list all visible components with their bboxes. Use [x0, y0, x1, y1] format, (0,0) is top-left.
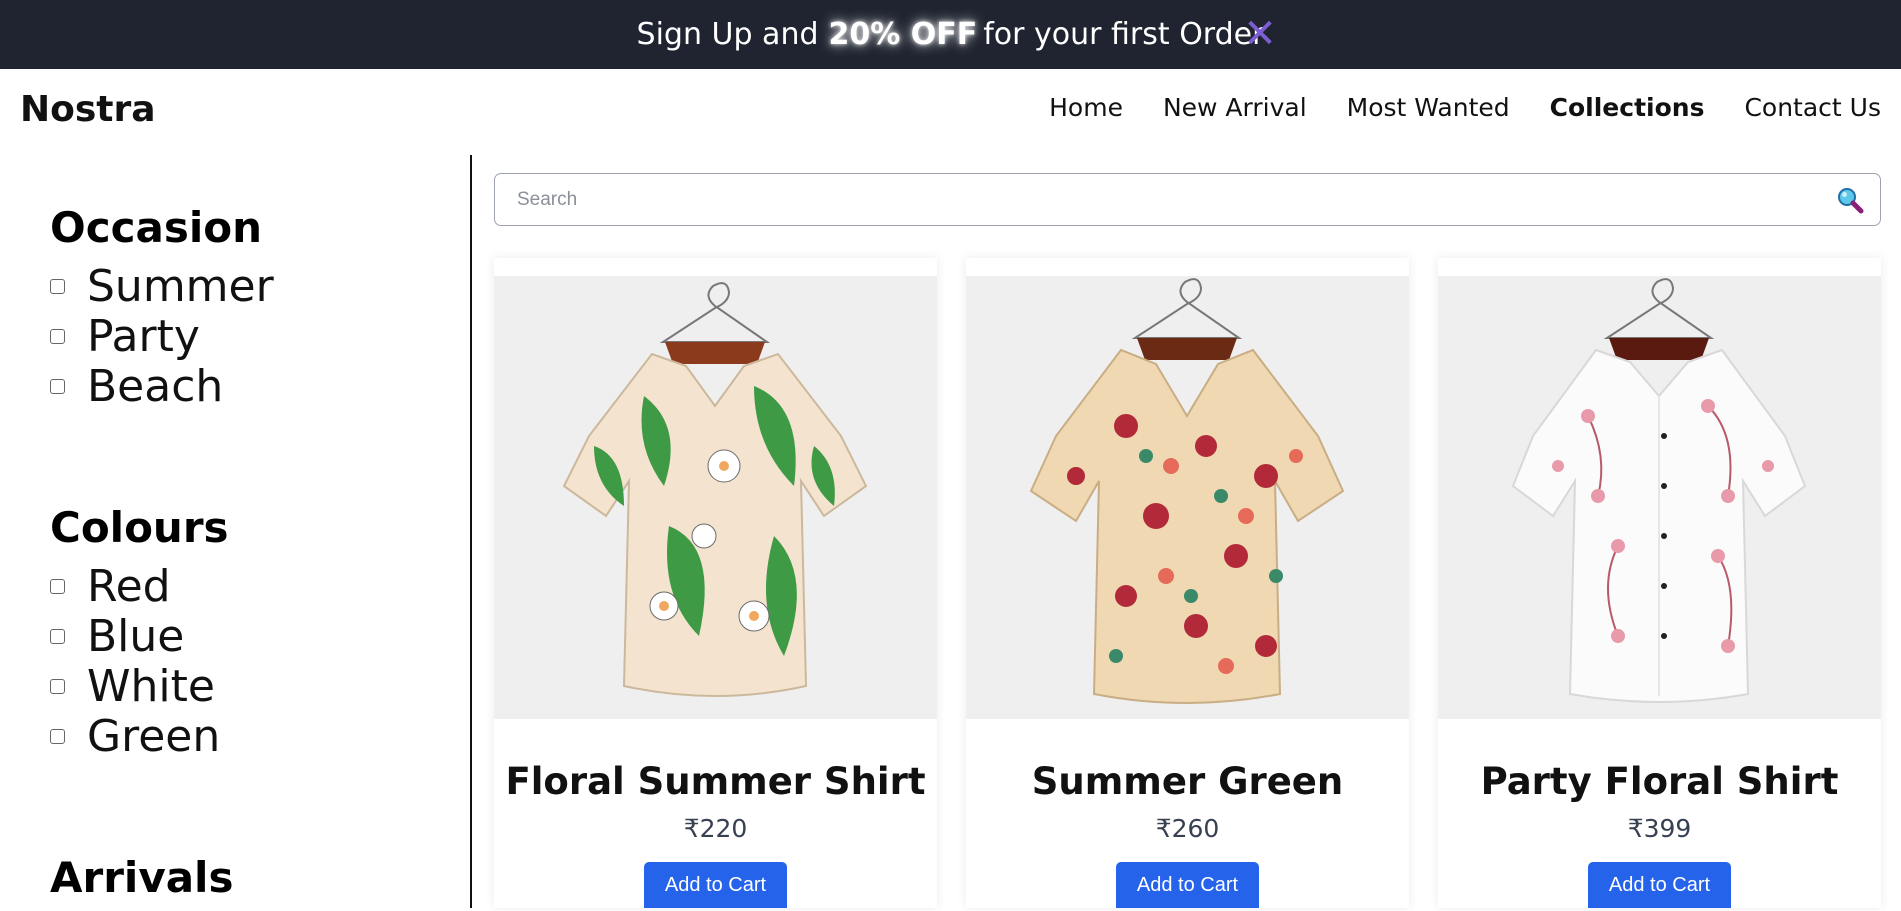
add-to-cart-button[interactable]: Add to Cart: [1116, 862, 1259, 908]
checkbox[interactable]: [50, 628, 65, 644]
filter-group-arrivals: Arrivals: [50, 853, 233, 911]
product-title[interactable]: Party Floral Shirt: [1438, 760, 1881, 803]
product-image[interactable]: [1438, 276, 1881, 719]
filter-option-party[interactable]: Party: [50, 310, 274, 362]
product-price: ₹260: [1155, 814, 1220, 843]
search-input[interactable]: Search: [494, 173, 1881, 226]
nav-contact-us[interactable]: Contact Us: [1744, 93, 1881, 122]
filter-title-arrivals: Arrivals: [50, 853, 234, 902]
promo-banner: Sign Up and 20% OFF for your first Order…: [0, 0, 1901, 69]
brand-logo[interactable]: Nostra: [20, 89, 156, 130]
filter-option-label: Blue: [87, 610, 185, 662]
nav-most-wanted[interactable]: Most Wanted: [1347, 93, 1510, 122]
checkbox[interactable]: [50, 278, 65, 294]
filter-option-green[interactable]: Green: [50, 710, 229, 762]
promo-text-pre: Sign Up and: [636, 17, 819, 52]
checkbox[interactable]: [50, 328, 65, 344]
shirt-illustration: [1511, 278, 1807, 703]
nav-new-arrival[interactable]: New Arrival: [1163, 93, 1307, 122]
product-title[interactable]: Summer Green: [966, 760, 1409, 803]
filter-title-occasion: Occasion: [50, 203, 262, 252]
filter-option-label: Summer: [87, 260, 274, 312]
shirt-illustration: [562, 282, 868, 697]
filter-option-beach[interactable]: Beach: [50, 360, 274, 412]
filter-title-colours: Colours: [50, 503, 229, 552]
product-card[interactable]: Summer Green ₹260 Add to Cart: [966, 258, 1409, 908]
nav-home[interactable]: Home: [1049, 93, 1123, 122]
filter-option-label: Beach: [87, 360, 224, 412]
checkbox[interactable]: [50, 678, 65, 694]
filter-group-occasion: Occasion Summer Party Beach: [50, 203, 274, 412]
filter-option-white[interactable]: White: [50, 660, 229, 712]
add-to-cart-button[interactable]: Add to Cart: [644, 862, 787, 908]
product-image[interactable]: [966, 276, 1409, 719]
filter-sidebar: Occasion Summer Party Beach Colours Red …: [0, 155, 472, 908]
filter-option-summer[interactable]: Summer: [50, 260, 274, 312]
product-price: ₹399: [1627, 814, 1692, 843]
shirt-illustration: [1029, 278, 1345, 704]
filter-option-red[interactable]: Red: [50, 560, 229, 612]
filter-option-label: Green: [87, 710, 221, 762]
close-icon[interactable]: ✕: [1242, 11, 1278, 57]
filter-option-blue[interactable]: Blue: [50, 610, 229, 662]
product-card[interactable]: Floral Summer Shirt ₹220 Add to Cart: [494, 258, 937, 908]
checkbox[interactable]: [50, 378, 65, 394]
checkbox[interactable]: [50, 578, 65, 594]
search-icon[interactable]: [1836, 186, 1864, 214]
checkbox[interactable]: [50, 728, 65, 744]
product-image[interactable]: [494, 276, 937, 719]
promo-highlight: 20% OFF: [828, 17, 978, 52]
filter-group-colours: Colours Red Blue White Green: [50, 503, 229, 762]
product-card[interactable]: Party Floral Shirt ₹399 Add to Cart: [1438, 258, 1881, 908]
filter-option-label: Red: [87, 560, 171, 612]
filter-option-label: Party: [87, 310, 200, 362]
add-to-cart-button[interactable]: Add to Cart: [1588, 862, 1731, 908]
promo-text-post: for your first Order: [983, 17, 1265, 52]
navbar: Nostra Home New Arrival Most Wanted Coll…: [0, 69, 1901, 155]
product-title[interactable]: Floral Summer Shirt: [494, 760, 937, 803]
search-placeholder: Search: [517, 189, 578, 210]
nav-collections[interactable]: Collections: [1550, 93, 1705, 122]
main-nav: Home New Arrival Most Wanted Collections…: [1049, 93, 1881, 122]
product-price: ₹220: [683, 814, 748, 843]
filter-option-label: White: [87, 660, 215, 712]
